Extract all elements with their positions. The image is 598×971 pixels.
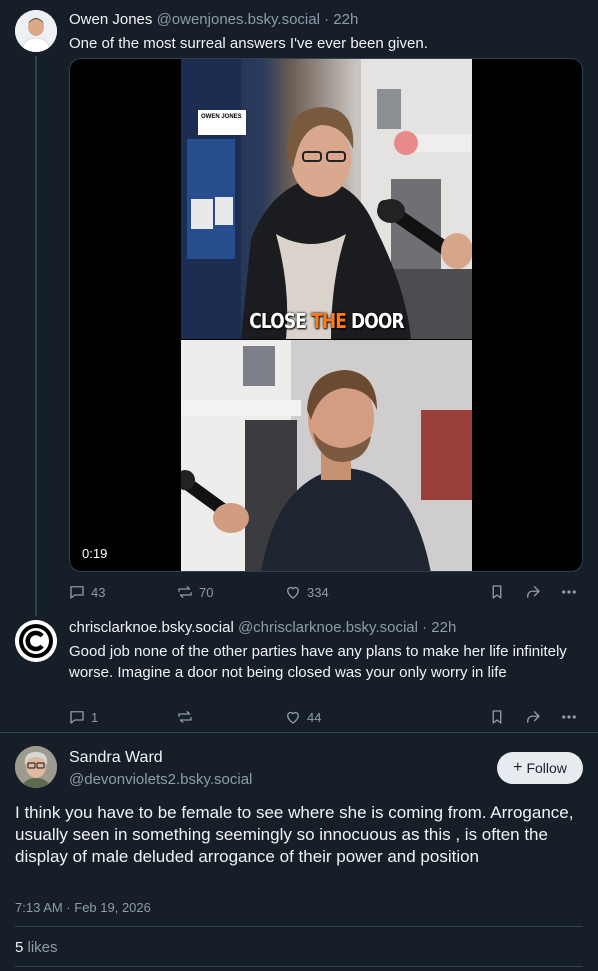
follow-button[interactable]: + Follow [497,752,583,784]
repost-button[interactable]: 70 [176,580,213,604]
avatar[interactable] [15,746,57,788]
avatar-photo-icon [15,10,57,52]
heart-icon [287,711,299,724]
post-text: I think you have to be female to see whe… [15,803,574,866]
more-button[interactable] [560,705,578,729]
post-text: One of the most surreal answers I've eve… [69,35,428,52]
repost-icon [178,586,192,598]
avatar-photo-icon [15,746,57,788]
post-text: Good job none of the other parties have … [69,643,567,681]
bookmark-icon [492,585,502,599]
repost-icon [178,711,192,723]
like-button[interactable]: 334 [284,580,329,604]
bookmark-button[interactable] [488,580,506,604]
reply-count: 43 [91,584,106,600]
bookmark-icon [492,710,502,724]
handle[interactable]: @chrisclarknoe.bsky.social [238,619,418,636]
handle[interactable]: @devonviolets2.bsky.social [69,771,252,788]
heart-icon [287,586,299,599]
post-time[interactable]: · 22h [324,11,358,28]
divider [15,926,583,927]
video-caption: CLOSE THE DOOR [203,309,450,333]
like-button[interactable]: 44 [284,705,321,729]
post-actions: 43 70 334 [68,580,588,604]
likes-summary[interactable]: 5 likes [15,939,58,956]
like-count: 44 [307,709,322,725]
more-icon [562,590,576,594]
share-icon [527,586,540,598]
post-actions: 1 44 [68,705,588,729]
more-button[interactable] [560,580,578,604]
reply-count: 1 [91,709,99,725]
video-frame-interview-woman: OWEN JONES CLOSE THE DOOR [181,59,472,339]
share-button[interactable] [524,705,542,729]
copyright-logo-icon [15,620,57,662]
reply-icon [70,711,84,724]
like-count: 334 [307,584,329,600]
caption-highlight: THE [311,309,347,333]
author-line: chrisclarknoe.bsky.social @chrisclarknoe… [69,619,456,636]
reply-button[interactable]: 1 [68,705,98,729]
bookmark-button[interactable] [488,705,506,729]
avatar[interactable] [15,620,57,662]
likes-count: 5 [15,939,24,956]
post-sandra-ward: Sandra Ward @devonviolets2.bsky.social +… [0,733,598,971]
caption-part-2: DOOR [345,309,405,333]
caption-part-1: CLOSE [249,309,312,333]
share-button[interactable] [524,580,542,604]
reply-icon [70,586,84,599]
share-icon [527,711,540,723]
post-timestamp[interactable]: 7:13 AM · Feb 19, 2026 [15,900,151,915]
reply-button[interactable]: 43 [68,580,105,604]
follow-label: Follow [526,760,567,776]
video-frame-interviewer [181,340,472,571]
author-line: Owen Jones @owenjones.bsky.social · 22h [69,11,358,28]
more-icon [562,715,576,719]
video-still-bottom-icon [181,340,472,571]
post-time[interactable]: · 22h [422,619,456,636]
video-player[interactable]: OWEN JONES CLOSE THE DOOR 0:19 [69,58,583,572]
post-chrisclarknoe[interactable]: chrisclarknoe.bsky.social @chrisclarknoe… [0,610,598,735]
handle[interactable]: @owenjones.bsky.social [157,11,320,28]
plus-icon: + [513,759,523,776]
video-watermark: OWEN JONES [198,110,246,135]
divider [15,966,583,967]
avatar[interactable] [15,10,57,52]
display-name[interactable]: Owen Jones [69,11,152,28]
post-owen-jones[interactable]: Owen Jones @owenjones.bsky.social · 22h … [0,0,598,610]
repost-count: 70 [199,584,214,600]
video-still-top-icon [181,59,472,339]
video-duration: 0:19 [82,546,108,561]
display-name[interactable]: chrisclarknoe.bsky.social [69,619,234,636]
likes-label: likes [27,939,58,956]
display-name[interactable]: Sandra Ward [69,749,163,767]
repost-button[interactable] [176,705,194,729]
